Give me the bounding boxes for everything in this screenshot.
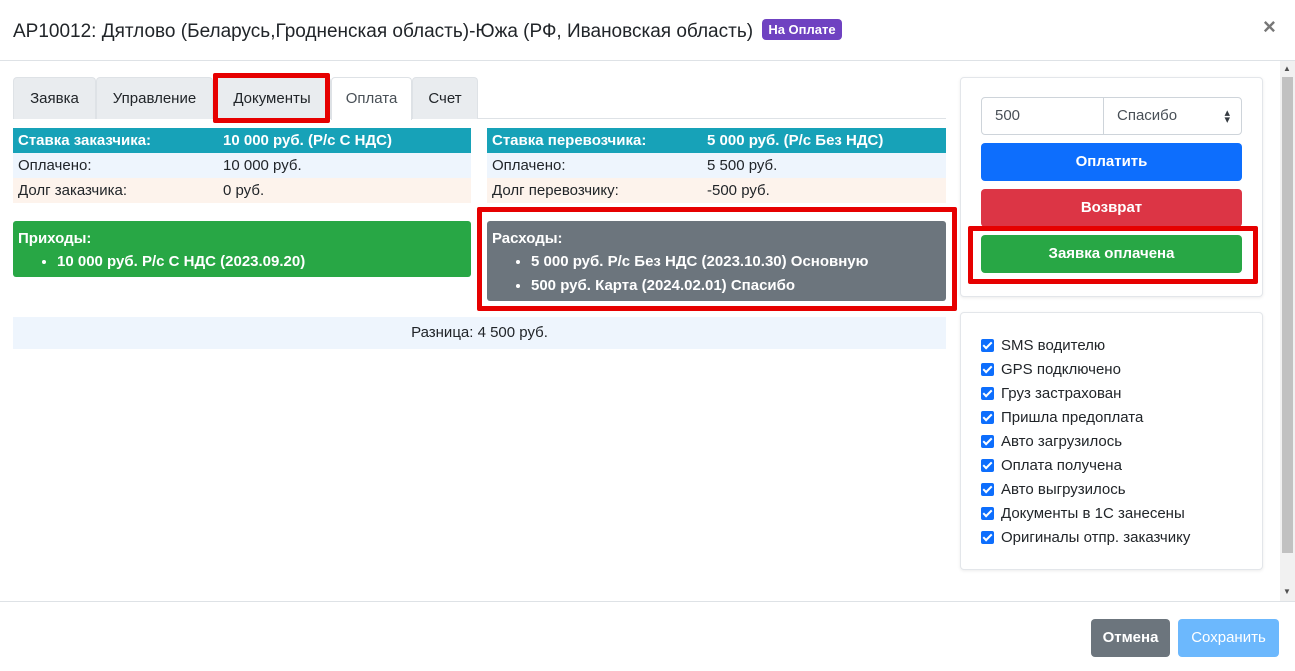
checkbox-checked[interactable] <box>981 387 994 400</box>
checklist-label: SMS водителю <box>1001 337 1106 354</box>
checklist-label: Груз застрахован <box>1001 385 1122 402</box>
tab-bar: Заявка Управление Документы Оплата Счет <box>13 77 946 120</box>
income-list: 10 000 руб. Р/с С НДС (2023.09.20) <box>57 250 305 274</box>
carrier-rate-value: 5 000 руб. (Р/с Без НДС) <box>707 132 884 149</box>
carrier-debt-row: Долг перевозчику: -500 руб. <box>487 178 946 203</box>
scroll-down-icon[interactable]: ▼ <box>1283 587 1291 596</box>
modal-header: AP10012: Дятлово (Беларусь,Гродненская о… <box>0 0 1295 61</box>
order-paid-button[interactable]: Заявка оплачена <box>981 235 1242 273</box>
expenses-list: 5 000 руб. Р/с Без НДС (2023.10.30) Осно… <box>531 250 868 298</box>
pay-button[interactable]: Оплатить <box>981 143 1242 181</box>
expense-item: 500 руб. Карта (2024.02.01) Спасибо <box>531 274 868 298</box>
tab-documents[interactable]: Документы <box>213 77 331 119</box>
carrier-rate-label: Ставка перевозчика: <box>492 132 647 149</box>
customer-info: Ставка заказчика: 10 000 руб. (Р/с С НДС… <box>13 128 471 203</box>
tab-order[interactable]: Заявка <box>13 77 96 119</box>
income-item: 10 000 руб. Р/с С НДС (2023.09.20) <box>57 250 305 274</box>
customer-paid-label: Оплачено: <box>18 157 92 174</box>
payment-method-value: Спасибо <box>1117 107 1178 124</box>
income-title: Приходы: <box>18 230 92 247</box>
expense-item: 5 000 руб. Р/с Без НДС (2023.10.30) Осно… <box>531 250 868 274</box>
difference-row: Разница: 4 500 руб. <box>13 317 946 349</box>
customer-debt-value: 0 руб. <box>223 182 265 199</box>
select-arrows-icon: ▴ ▾ <box>1224 107 1230 126</box>
customer-paid-value: 10 000 руб. <box>223 157 302 174</box>
checklist-label: Оплата получена <box>1001 457 1122 474</box>
customer-rate-label: Ставка заказчика: <box>18 132 152 149</box>
carrier-debt-value: -500 руб. <box>707 182 770 199</box>
checklist-card: SMS водителю GPS подключено Груз застрах… <box>960 312 1263 570</box>
carrier-paid-value: 5 500 руб. <box>707 157 778 174</box>
tab-payment[interactable]: Оплата <box>331 77 412 120</box>
close-icon[interactable]: × <box>1263 14 1276 40</box>
checkbox-checked[interactable] <box>981 459 994 472</box>
scroll-up-icon[interactable]: ▲ <box>1283 64 1291 73</box>
checklist-label: Документы в 1С занесены <box>1001 505 1185 522</box>
customer-rate-value: 10 000 руб. (Р/с С НДС) <box>223 132 392 149</box>
payment-card: 500 Спасибо ▴ ▾ Оплатить Возврат Заявка о… <box>960 77 1263 297</box>
checkbox-checked[interactable] <box>981 339 994 352</box>
status-badge: На Оплате <box>762 19 842 40</box>
customer-paid-row: Оплачено: 10 000 руб. <box>13 153 471 178</box>
scrollbar[interactable]: ▲ ▼ <box>1280 61 1295 601</box>
order-title: AP10012: Дятлово (Беларусь,Гродненская о… <box>13 21 754 42</box>
amount-input[interactable]: 500 <box>981 97 1104 135</box>
carrier-info: Ставка перевозчика: 5 000 руб. (Р/с Без … <box>487 128 946 203</box>
scrollbar-thumb[interactable] <box>1282 77 1293 553</box>
checkbox-checked[interactable] <box>981 483 994 496</box>
checklist-label: GPS подключено <box>1001 361 1121 378</box>
checklist-label: Авто выгрузилось <box>1001 481 1126 498</box>
modal-title: AP10012: Дятлово (Беларусь,Гродненская о… <box>13 19 842 43</box>
save-button[interactable]: Сохранить <box>1178 619 1279 657</box>
checkbox-checked[interactable] <box>981 435 994 448</box>
customer-debt-row: Долг заказчика: 0 руб. <box>13 178 471 203</box>
checkbox-checked[interactable] <box>981 507 994 520</box>
refund-button[interactable]: Возврат <box>981 189 1242 227</box>
checkbox-checked[interactable] <box>981 411 994 424</box>
payment-method-select[interactable]: Спасибо ▴ ▾ <box>1103 97 1242 135</box>
customer-debt-label: Долг заказчика: <box>18 182 127 199</box>
income-panel: Приходы: 10 000 руб. Р/с С НДС (2023.09.… <box>13 221 471 277</box>
checkbox-checked[interactable] <box>981 531 994 544</box>
tab-invoice[interactable]: Счет <box>412 77 478 119</box>
carrier-paid-row: Оплачено: 5 500 руб. <box>487 153 946 178</box>
checkbox-checked[interactable] <box>981 363 994 376</box>
checklist-label: Пришла предоплата <box>1001 409 1144 426</box>
carrier-debt-label: Долг перевозчику: <box>492 182 619 199</box>
carrier-rate-row: Ставка перевозчика: 5 000 руб. (Р/с Без … <box>487 128 946 153</box>
cancel-button[interactable]: Отмена <box>1091 619 1170 657</box>
customer-rate-row: Ставка заказчика: 10 000 руб. (Р/с С НДС… <box>13 128 471 153</box>
checklist-label: Оригиналы отпр. заказчику <box>1001 529 1191 546</box>
tab-management[interactable]: Управление <box>96 77 213 119</box>
modal-footer: Отмена Сохранить <box>0 601 1295 671</box>
checklist-label: Авто загрузилось <box>1001 433 1123 450</box>
expenses-title: Расходы: <box>492 230 563 247</box>
modal-body: Заявка Управление Документы Оплата Счет … <box>0 61 1280 601</box>
carrier-paid-label: Оплачено: <box>492 157 566 174</box>
expenses-panel: Расходы: 5 000 руб. Р/с Без НДС (2023.10… <box>487 221 946 301</box>
